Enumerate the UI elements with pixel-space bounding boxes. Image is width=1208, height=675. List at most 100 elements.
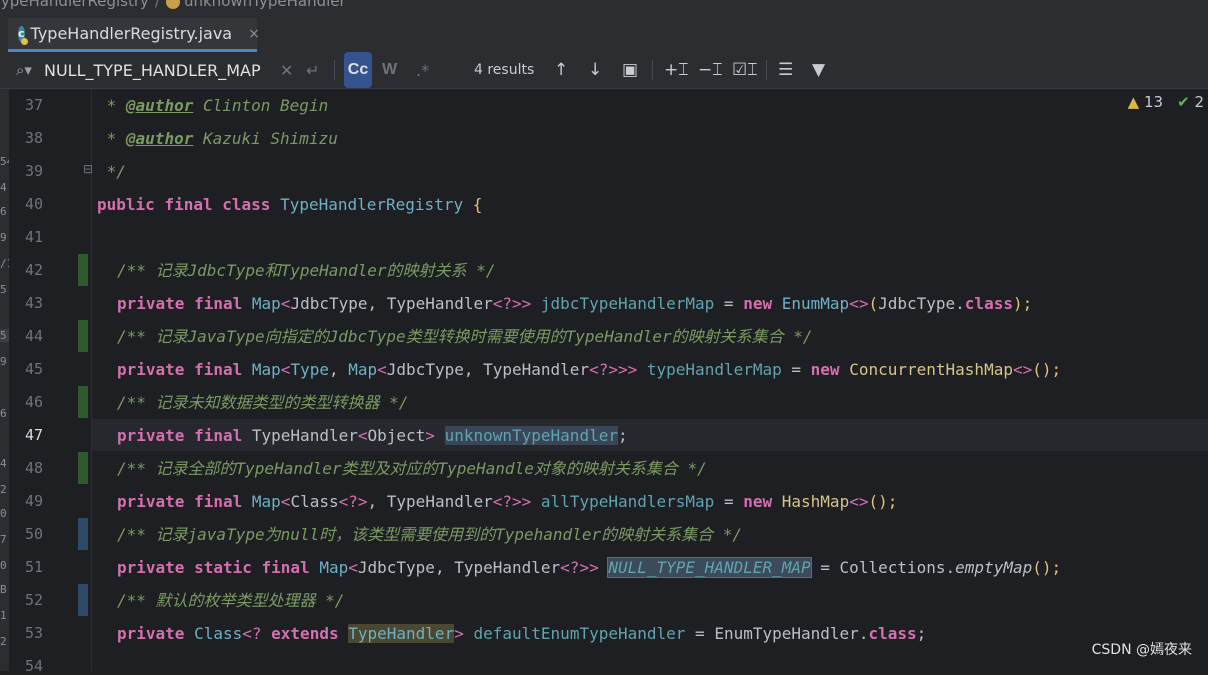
vcs-added-marker[interactable] bbox=[78, 254, 88, 286]
code-editor[interactable]: ▲ 13 ✔ 2 * @author Clinton Begin * @auth… bbox=[92, 89, 1208, 671]
words-toggle[interactable]: W bbox=[382, 52, 397, 88]
code-line-42[interactable]: /** 记录JdbcType和TypeHandler的映射关系 */ bbox=[117, 254, 495, 287]
clear-search-icon[interactable]: ✕ bbox=[280, 52, 293, 88]
toolbar-divider bbox=[652, 60, 653, 80]
sliver-text: 9 bbox=[0, 231, 7, 244]
type-name: JdbcType bbox=[290, 294, 368, 313]
code-line-50[interactable]: /** 记录javaType为null时，该类型需要使用到的Typehandle… bbox=[117, 518, 742, 551]
code-line-45[interactable]: private final Map<Type, Map<JdbcType, Ty… bbox=[117, 353, 1061, 386]
type-name: EnumTypeHandler bbox=[714, 624, 859, 643]
line-number: 54 bbox=[24, 657, 43, 675]
open-in-window-icon[interactable]: ▣ bbox=[622, 52, 638, 88]
operator: = bbox=[685, 624, 715, 643]
breadcrumb-class[interactable]: TypeHandlerRegistry bbox=[0, 0, 149, 10]
javadoc-value: Clinton Begin bbox=[193, 96, 329, 115]
code-line-52[interactable]: /** 默认的枚举类型处理器 */ bbox=[117, 584, 344, 617]
vcs-added-marker[interactable] bbox=[78, 386, 88, 418]
generic-bracket: > bbox=[425, 426, 435, 445]
keyword: class bbox=[868, 624, 917, 643]
line-number-current: 47 bbox=[24, 426, 43, 444]
keyword: private bbox=[117, 558, 185, 577]
inspection-widget[interactable]: ▲ 13 ✔ 2 bbox=[1128, 93, 1204, 111]
punctuation: , bbox=[328, 360, 349, 379]
comment-text: /** 记录全部的TypeHandler类型及对应的TypeHandle对象的映… bbox=[117, 459, 707, 478]
code-line-53[interactable]: private Class<? extends TypeHandler> def… bbox=[117, 617, 926, 650]
type-name: Map bbox=[319, 558, 349, 577]
field-name: allTypeHandlersMap bbox=[540, 492, 715, 511]
code-line-46[interactable]: /** 记录未知数据类型的类型转换器 */ bbox=[117, 386, 408, 419]
previous-occurrence-icon[interactable]: ↑ bbox=[554, 52, 568, 88]
breadcrumb-field[interactable]: unknownTypeHandler bbox=[184, 0, 346, 10]
regex-toggle[interactable]: .* bbox=[416, 52, 429, 88]
generic-bracket: <> bbox=[849, 492, 869, 511]
vcs-modified-marker[interactable] bbox=[78, 584, 88, 616]
code-line-47[interactable]: private final TypeHandler<Object> unknow… bbox=[117, 419, 628, 452]
generic-bracket: < bbox=[348, 558, 358, 577]
field-name: defaultEnumTypeHandler bbox=[473, 624, 686, 643]
javadoc-tag: @author bbox=[125, 129, 194, 148]
search-icon[interactable]: ⌕▾ bbox=[16, 52, 32, 88]
keyword: private bbox=[117, 360, 185, 379]
generic-bracket: <> bbox=[849, 294, 869, 313]
type-name: TypeHandler bbox=[483, 360, 590, 379]
line-number: 39 bbox=[24, 162, 43, 180]
punctuation: , bbox=[463, 360, 484, 379]
adjacent-panel-edge: 54 4 6 9 /1 5 5 9 6: 4 2 0 7 0 B 1 2 bbox=[0, 89, 9, 671]
generic-bracket: <?>>> bbox=[589, 360, 638, 379]
punctuation: , bbox=[434, 558, 455, 577]
comment-text: * bbox=[97, 129, 126, 148]
code-line-43[interactable]: private final Map<JdbcType, TypeHandler<… bbox=[117, 287, 1032, 320]
punctuation: , bbox=[367, 294, 387, 313]
line-number-gutter[interactable]: 37 38 39 40 41 42 43 44 45 46 47 48 49 5… bbox=[9, 89, 93, 675]
code-line-40[interactable]: public final class TypeHandlerRegistry { bbox=[97, 188, 482, 221]
newline-icon[interactable]: ↵ bbox=[306, 52, 319, 88]
code-line-44[interactable]: /** 记录JavaType向指定的JdbcType类型转换时需要使用的Type… bbox=[117, 320, 813, 353]
sliver-text: 6: bbox=[0, 407, 9, 420]
line-number: 46 bbox=[24, 393, 43, 411]
code-line-37[interactable]: * @author Clinton Begin bbox=[97, 89, 329, 122]
vcs-added-marker[interactable] bbox=[78, 320, 88, 352]
generic-bracket: > bbox=[454, 624, 464, 643]
find-toolbar: ⌕▾ ✕ ↵ Cc W .* 4 results ↑ ↓ ▣ +⌶ −⌶ ☑⌶ … bbox=[0, 52, 1208, 89]
sliver-text: 9 bbox=[0, 355, 7, 368]
javadoc-value: Kazuki Shimizu bbox=[193, 129, 338, 148]
match-case-toggle[interactable]: Cc bbox=[344, 52, 372, 88]
select-all-occurrences-icon[interactable]: ☑⌶ bbox=[732, 52, 757, 88]
vcs-added-marker[interactable] bbox=[78, 452, 88, 484]
search-input[interactable] bbox=[44, 52, 270, 88]
keyword: final bbox=[194, 294, 243, 313]
line-number: 42 bbox=[24, 261, 43, 279]
comment-text: /** 记录JavaType向指定的JdbcType类型转换时需要使用的Type… bbox=[117, 327, 813, 346]
type-name: Map bbox=[251, 294, 281, 313]
code-line-48[interactable]: /** 记录全部的TypeHandler类型及对应的TypeHandle对象的映… bbox=[117, 452, 707, 485]
code-line-49[interactable]: private final Map<Class<?>, TypeHandler<… bbox=[117, 485, 897, 518]
close-icon[interactable]: × bbox=[248, 26, 260, 42]
code-line-38[interactable]: * @author Kazuki Shimizu bbox=[97, 122, 338, 155]
add-occurrence-icon[interactable]: +⌶ bbox=[664, 52, 688, 88]
type-name: Map bbox=[348, 360, 378, 379]
vcs-modified-marker[interactable] bbox=[78, 518, 88, 550]
paren: (); bbox=[1032, 558, 1062, 577]
sliver-text: 4 bbox=[0, 181, 7, 194]
editor-tab-bar: c TypeHandlerRegistry.java × bbox=[0, 14, 1208, 53]
next-occurrence-icon[interactable]: ↓ bbox=[588, 52, 602, 88]
sliver-text: 0 bbox=[0, 507, 7, 520]
type-name: Map bbox=[251, 360, 281, 379]
filter-icon[interactable]: ▼ bbox=[812, 52, 825, 88]
comment-text: * bbox=[97, 96, 126, 115]
ok-count: 2 bbox=[1194, 93, 1204, 111]
comment-text: */ bbox=[97, 162, 126, 181]
remove-occurrence-icon[interactable]: −⌶ bbox=[698, 52, 722, 88]
punctuation: . bbox=[858, 624, 869, 643]
keyword: class bbox=[222, 195, 271, 214]
code-line-51[interactable]: private static final Map<JdbcType, TypeH… bbox=[117, 551, 1061, 584]
field-icon bbox=[165, 0, 180, 9]
comment-text: /** 记录未知数据类型的类型转换器 */ bbox=[117, 393, 409, 412]
sliver-text: 5 bbox=[0, 283, 7, 296]
filter-search-results-icon[interactable]: ☰ bbox=[778, 52, 793, 88]
check-icon: ✔ bbox=[1177, 93, 1190, 111]
code-line-39[interactable]: */ bbox=[97, 155, 126, 188]
tab-typehandlerregistry[interactable]: c TypeHandlerRegistry.java × bbox=[8, 18, 260, 52]
type-name: Collections bbox=[839, 558, 946, 577]
generic-bracket: < bbox=[280, 360, 291, 379]
